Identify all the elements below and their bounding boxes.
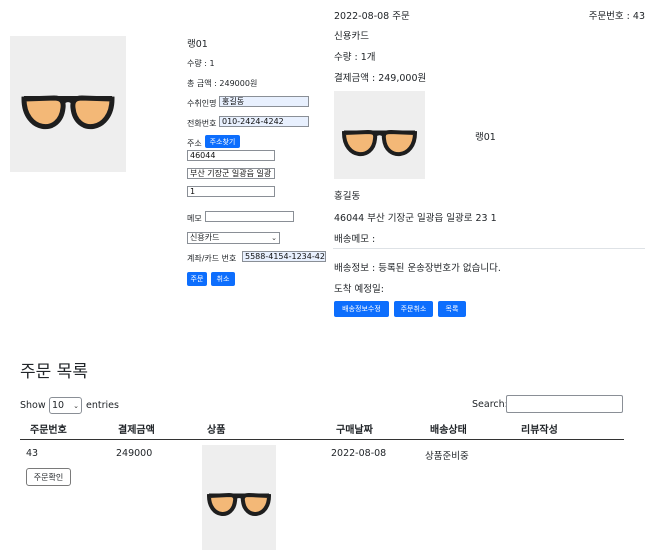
order-list-title: 주문 목록	[20, 362, 88, 382]
summary-recipient: 홍길동	[334, 191, 361, 202]
order-form: 랭01 수량 : 1 총 금액 : 249000원 수취인명 홍길동 전화번호 …	[187, 36, 337, 296]
summary-address: 46044 부산 기장군 일광읍 일광로 23 1	[334, 213, 497, 224]
col-status[interactable]: 배송상태	[430, 421, 467, 436]
col-date[interactable]: 구매날짜	[336, 421, 373, 436]
summary-date: 2022-08-08 주문	[334, 11, 410, 22]
product-image	[10, 36, 126, 172]
payment-select[interactable]: 신용카드 ⌄	[187, 232, 280, 244]
col-product[interactable]: 상품	[207, 421, 225, 436]
phone-label: 전화번호	[187, 119, 217, 128]
summary-product-image	[334, 91, 425, 179]
cancel-order-button[interactable]: 주문취소	[394, 301, 433, 317]
entries-label: entries	[86, 400, 119, 411]
address-detail-input[interactable]: 1	[187, 186, 275, 197]
address-search-button[interactable]: 주소찾기	[205, 135, 240, 148]
summary-product-name: 랭01	[475, 132, 496, 143]
postcode-input[interactable]: 46044	[187, 150, 275, 161]
summary-quantity: 수량 : 1개	[334, 52, 376, 63]
account-input[interactable]: 5588-4154-1234-4214	[242, 251, 326, 262]
summary-arrival: 도착 예정일:	[334, 284, 384, 295]
table-row: 43 주문확인 249000 2022-08-08 상품준비중	[20, 440, 624, 550]
row-status: 상품준비중	[425, 451, 469, 462]
row-order-no: 43	[26, 448, 39, 459]
edit-shipping-button[interactable]: 배송정보수정	[334, 301, 389, 317]
summary-order-no: 주문번호 : 43	[588, 11, 645, 22]
recipient-input[interactable]: 홍길동	[219, 96, 309, 107]
col-order-no[interactable]: 주문번호	[30, 421, 67, 436]
form-product-name: 랭01	[187, 39, 208, 50]
row-product-image	[202, 445, 276, 550]
sunglasses-image	[202, 445, 276, 550]
sunglasses-image	[334, 91, 425, 179]
summary-divider	[333, 248, 645, 249]
order-button[interactable]: 주문	[187, 272, 207, 286]
address-input[interactable]: 부산 기장군 일광읍 일광	[187, 168, 275, 179]
order-summary: 2022-08-08 주문 주문번호 : 43 신용카드 수량 : 1개 결제금…	[333, 0, 645, 320]
entries-select[interactable]: 10 ⌄	[49, 397, 82, 414]
search-input[interactable]	[506, 395, 623, 413]
row-date: 2022-08-08	[331, 448, 387, 459]
search-label: Search:	[472, 399, 508, 410]
account-label: 계좌/카드 번호	[187, 254, 237, 263]
chevron-down-icon: ⌄	[271, 234, 277, 242]
address-label: 주소	[187, 139, 202, 148]
memo-label: 메모	[187, 214, 202, 223]
row-amount: 249000	[116, 448, 153, 459]
list-button[interactable]: 목록	[438, 301, 466, 317]
sunglasses-image	[10, 36, 126, 172]
col-review[interactable]: 리뷰작성	[521, 421, 558, 436]
summary-payment: 신용카드	[334, 31, 369, 42]
summary-shipping-info: 배송정보 : 등록된 운송장번호가 없습니다.	[334, 263, 501, 274]
chevron-down-icon: ⌄	[73, 401, 79, 410]
phone-input[interactable]: 010-2424-4242	[219, 116, 309, 127]
summary-amount: 결제금액 : 249,000원	[334, 73, 427, 84]
order-confirm-button[interactable]: 주문확인	[26, 468, 71, 486]
col-amount[interactable]: 결제금액	[118, 421, 155, 436]
cancel-button[interactable]: 취소	[211, 272, 235, 286]
memo-input[interactable]	[205, 211, 294, 222]
entries-select-value: 10	[52, 399, 65, 411]
form-quantity: 수량 : 1	[187, 59, 215, 68]
recipient-label: 수취인명	[187, 99, 217, 108]
payment-select-value: 신용카드	[190, 233, 220, 242]
form-total: 총 금액 : 249000원	[187, 79, 258, 88]
summary-memo: 배송메모 :	[334, 234, 376, 245]
show-label: Show	[20, 400, 46, 411]
